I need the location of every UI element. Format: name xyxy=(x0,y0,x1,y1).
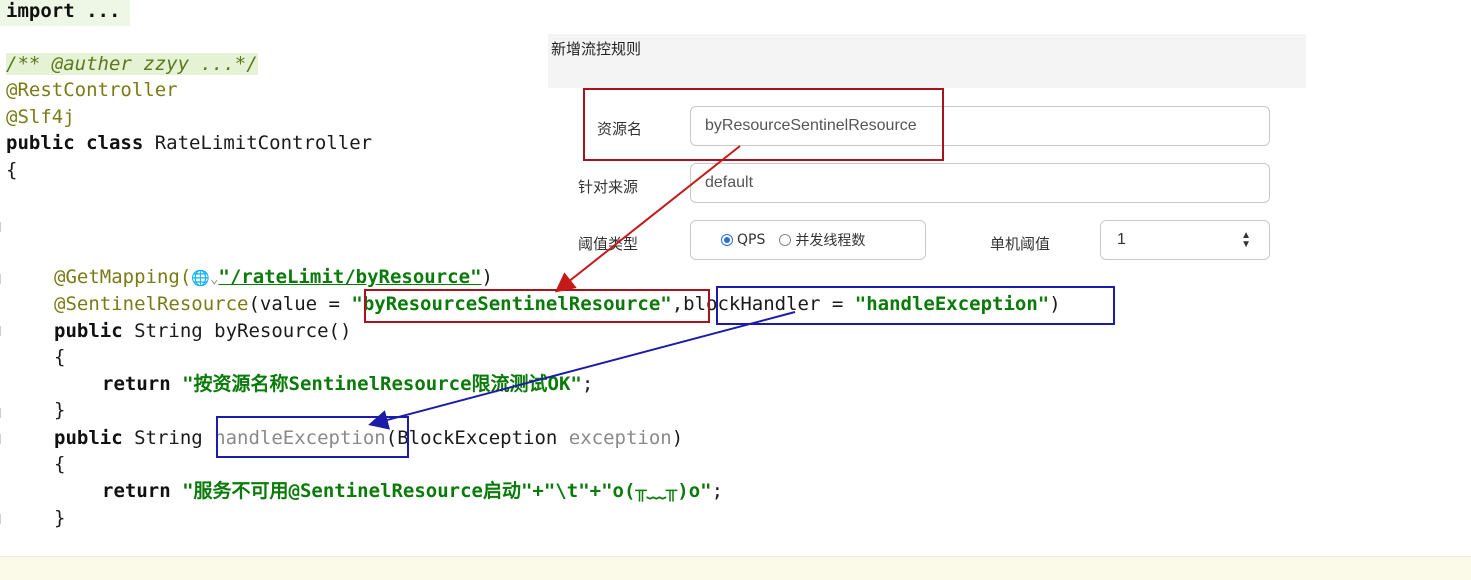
blue-arrow xyxy=(368,311,796,430)
red-arrow xyxy=(554,145,741,293)
annotation-arrows xyxy=(368,145,796,430)
